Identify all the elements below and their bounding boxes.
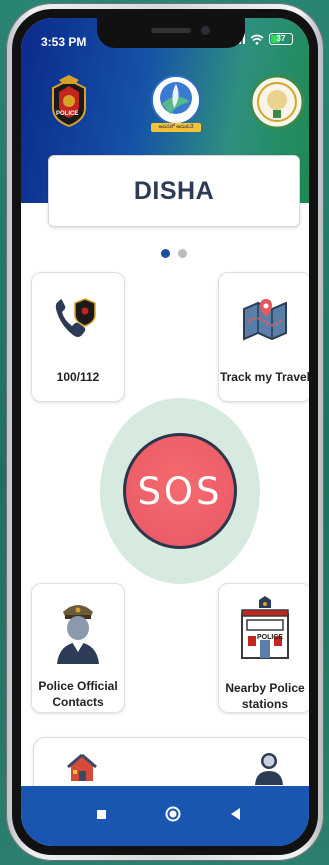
home-icon[interactable] (66, 752, 98, 784)
battery-icon: 37 (269, 33, 293, 45)
circle-icon[interactable] (165, 806, 181, 822)
police-officer-icon (57, 605, 99, 664)
nearby-stations-line1: Nearby Police (225, 681, 305, 695)
app-title: DISHA (133, 176, 215, 205)
track-travel-label: Track my Travel (219, 370, 309, 384)
status-time: 3:53 PM (41, 35, 87, 49)
nearby-stations-tile[interactable]: POLICE Nearby Police stations (218, 583, 309, 713)
police-contacts-line2: Contacts (52, 695, 104, 709)
sos-button[interactable]: SOS (123, 433, 237, 549)
police-sign-text: POLICE (256, 634, 284, 641)
nearby-stations-line2: stations (241, 697, 288, 711)
police-contacts-tile[interactable]: Police Official Contacts (31, 583, 125, 713)
battery-level: 37 (276, 34, 286, 43)
speaker (151, 28, 191, 33)
disha-logo: ఆపదలో ఆదుకునే (148, 74, 204, 132)
phone-police-icon (55, 298, 96, 337)
system-nav-bar (21, 786, 309, 846)
phone-frame: 3:53 PM 37 POLICE ఆపదలో ఆదుకునే DISHA 10… (6, 3, 324, 861)
police-contacts-label: Police Official Contacts (32, 678, 124, 710)
police-contacts-line1: Police Official (38, 679, 118, 693)
sos-label: SOS (137, 469, 223, 513)
emergency-call-tile[interactable]: 100/112 (31, 272, 125, 402)
carousel-dot-active[interactable] (161, 249, 170, 258)
triangle-back-icon[interactable] (231, 808, 241, 820)
square-icon[interactable] (97, 810, 106, 819)
user-icon[interactable] (254, 751, 284, 785)
ap-police-logo: POLICE (41, 74, 97, 130)
app-screen: 3:53 PM 37 POLICE ఆపదలో ఆదుకునే DISHA 10… (21, 18, 309, 846)
title-card: DISHA (48, 155, 300, 227)
carousel-dot[interactable] (178, 249, 187, 258)
map-pin-icon (243, 299, 287, 341)
andhra-pradesh-emblem (249, 74, 305, 130)
front-camera (201, 26, 210, 35)
emergency-call-label: 100/112 (56, 370, 100, 384)
phone-bezel: 3:53 PM 37 POLICE ఆపదలో ఆదుకునే DISHA 10… (12, 9, 318, 855)
police-station-icon (241, 596, 289, 659)
carousel-indicator (161, 249, 187, 258)
wifi-icon (250, 34, 264, 45)
phone-notch (97, 18, 245, 48)
track-travel-tile[interactable]: Track my Travel (218, 272, 309, 402)
disha-logo-text: ఆపదలో ఆదుకునే (151, 123, 201, 132)
police-logo-text: POLICE (56, 111, 79, 117)
nearby-stations-label: Nearby Police stations (219, 680, 309, 712)
